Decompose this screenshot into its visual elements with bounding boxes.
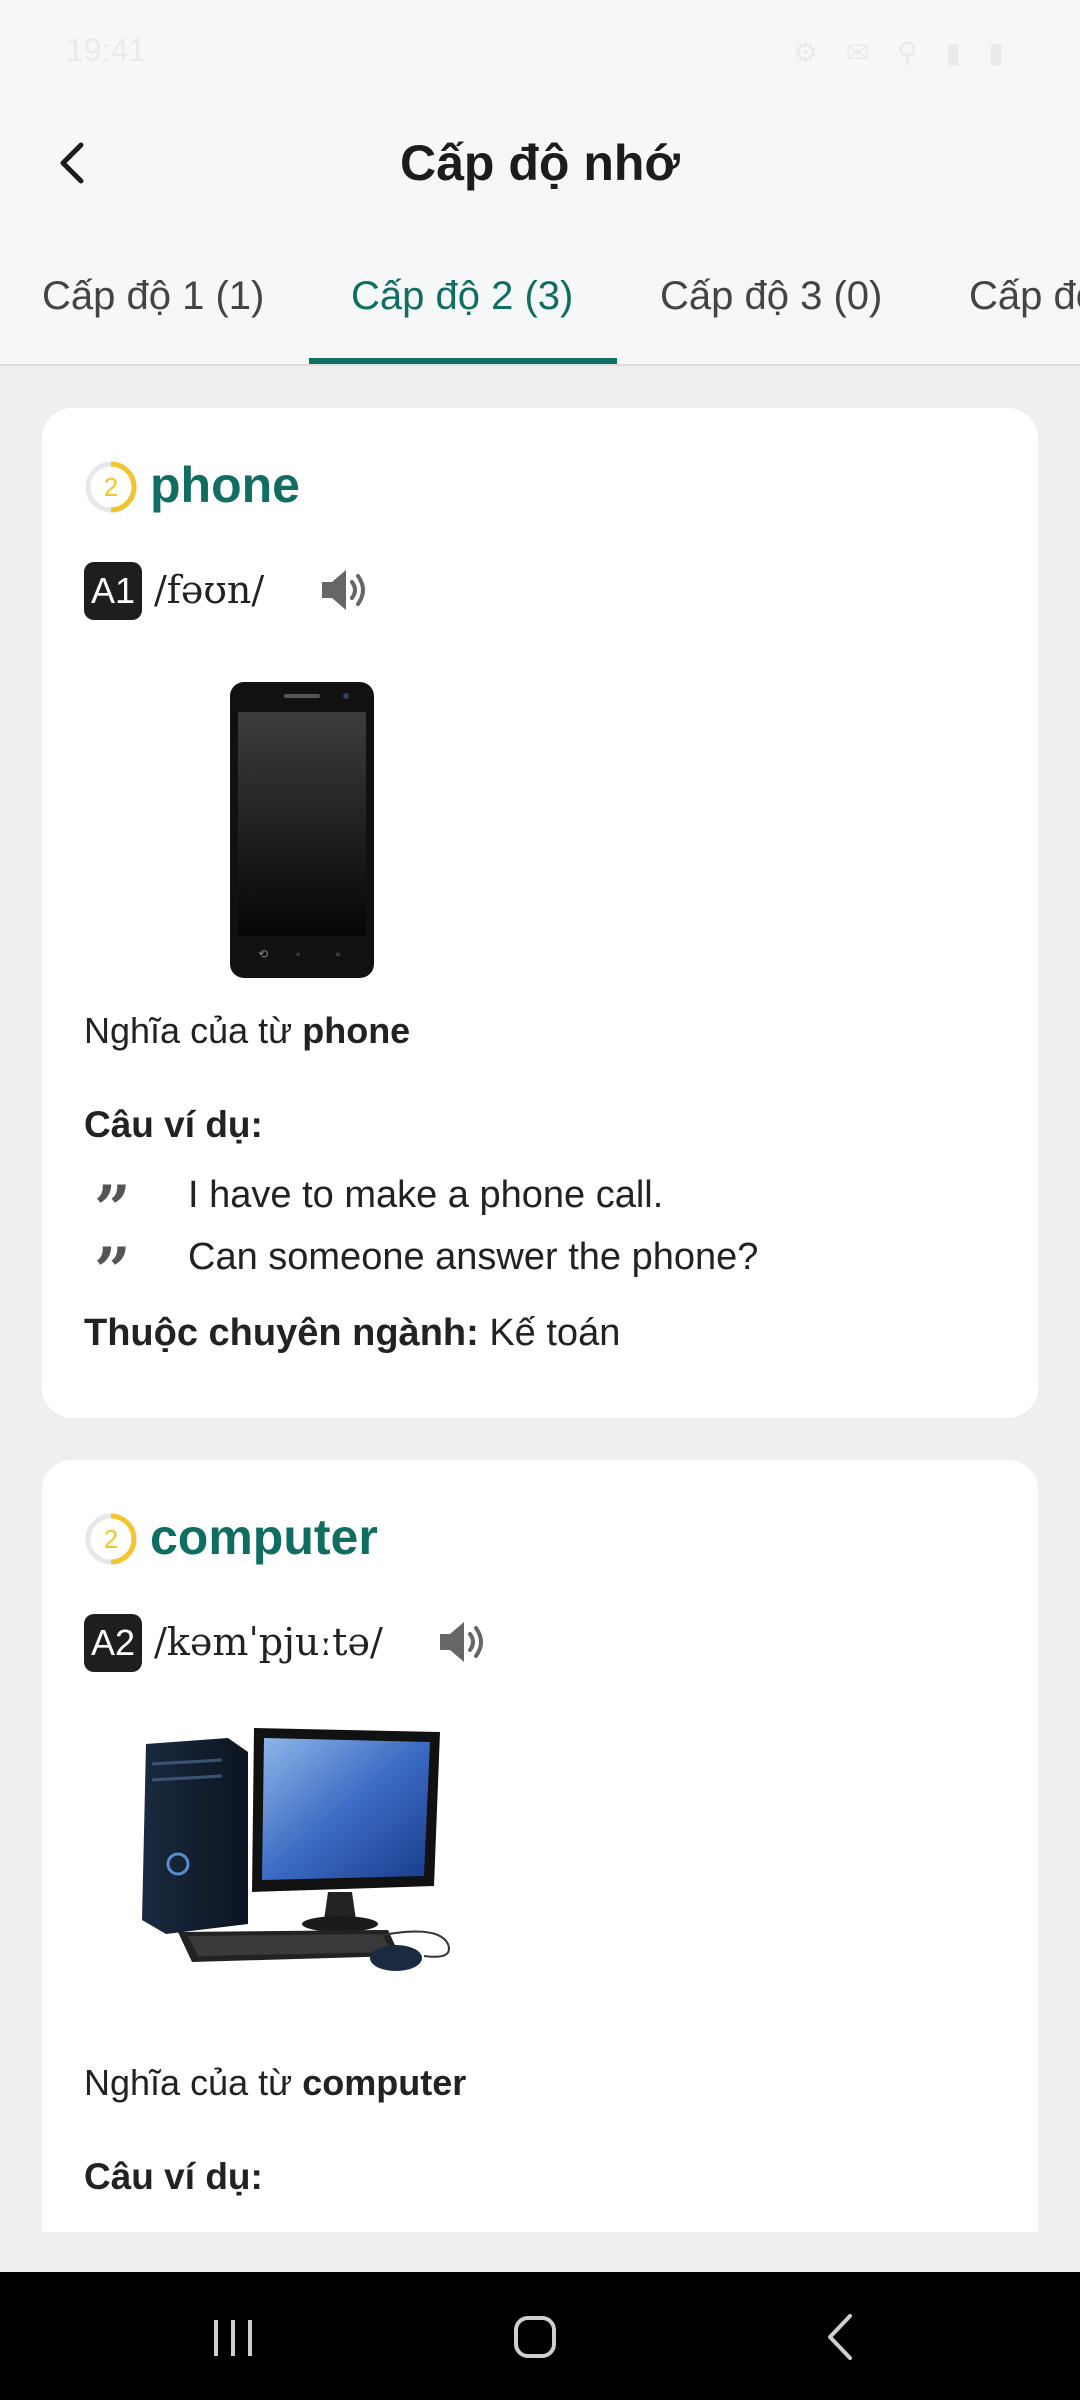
word-list[interactable]: 2 phone A1 /fəʊn/ ⟲ ◦ ▫ Nghĩa của từ pho… [0,366,1080,2232]
memory-level-number: 2 [104,472,118,502]
memory-level-ring-icon: 2 [85,461,137,513]
word-title: computer [150,1509,378,1565]
examples-heading: Câu ví dụ: [84,2156,263,2197]
svg-text:◦: ◦ [296,947,300,961]
memory-level-ring-icon: 2 [85,1513,137,1565]
svg-text:⟲: ⟲ [258,947,268,961]
page-title: Cấp độ nhớ [400,135,680,191]
examples-heading: Câu ví dụ: [84,1104,263,1145]
phonetic-transcription: /kəmˈpjuːtə/ [154,1620,383,1664]
tab-level-3[interactable]: Cấp độ 3 (0) [660,274,882,319]
svg-text:▫: ▫ [336,947,340,961]
back-nav-icon[interactable] [806,2302,876,2372]
status-icons: ⚙ ✉ ⚲ ▮ ▮ [792,37,1014,68]
word-title: phone [150,457,300,513]
meaning-word: computer [302,2062,467,2103]
example-sentence: I have to make a phone call. [188,1174,664,1216]
tab-level-1[interactable]: Cấp độ 1 (1) [42,274,264,319]
system-navigation-bar [0,2272,1080,2400]
active-tab-indicator [309,358,617,364]
word-card[interactable]: 2 phone A1 /fəʊn/ ⟲ ◦ ▫ Nghĩa của từ pho… [42,408,1038,1418]
smartphone-image: ⟲ ◦ ▫ [230,682,374,978]
meaning-word: phone [302,1010,411,1051]
field-value: Kế toán [478,1312,621,1354]
cefr-badge: A1 [84,562,142,620]
desktop-computer-image [142,1728,450,1971]
memory-level-number: 2 [104,1524,118,1554]
phonetic-transcription: /fəʊn/ [154,568,265,612]
field-of-study: Thuộc chuyên ngành: Kế toán [84,1312,620,1355]
meaning-text: Nghĩa của từ computer [84,2062,467,2103]
tab-level-2[interactable]: Cấp độ 2 (3) [351,274,573,319]
speaker-icon[interactable] [314,560,374,620]
quote-icon: ” [94,1234,131,1309]
example-sentence: Can someone answer the phone? [188,1236,759,1278]
cefr-badge: A2 [84,1614,142,1672]
level-tabs: Cấp độ 1 (1) Cấp độ 2 (3) Cấp độ 3 (0) C… [0,234,1080,366]
field-label: Thuộc chuyên ngành: [84,1312,479,1354]
status-time: 19:41 [66,32,147,68]
recent-apps-icon[interactable] [198,2302,268,2372]
app-bar: Cấp độ nhớ [0,100,1080,234]
speaker-icon[interactable] [432,1612,492,1672]
tab-level-4[interactable]: Cấp độ 4 (0) [969,274,1080,319]
meaning-text: Nghĩa của từ phone [84,1010,411,1051]
word-card[interactable]: 2 computer A2 /kəmˈpjuːtə/ Nghĩa của từ … [42,1460,1038,2232]
quote-icon: ” [94,1172,131,1247]
status-bar: 19:41 ⚙ ✉ ⚲ ▮ ▮ [0,0,1080,100]
home-icon[interactable] [500,2302,570,2372]
